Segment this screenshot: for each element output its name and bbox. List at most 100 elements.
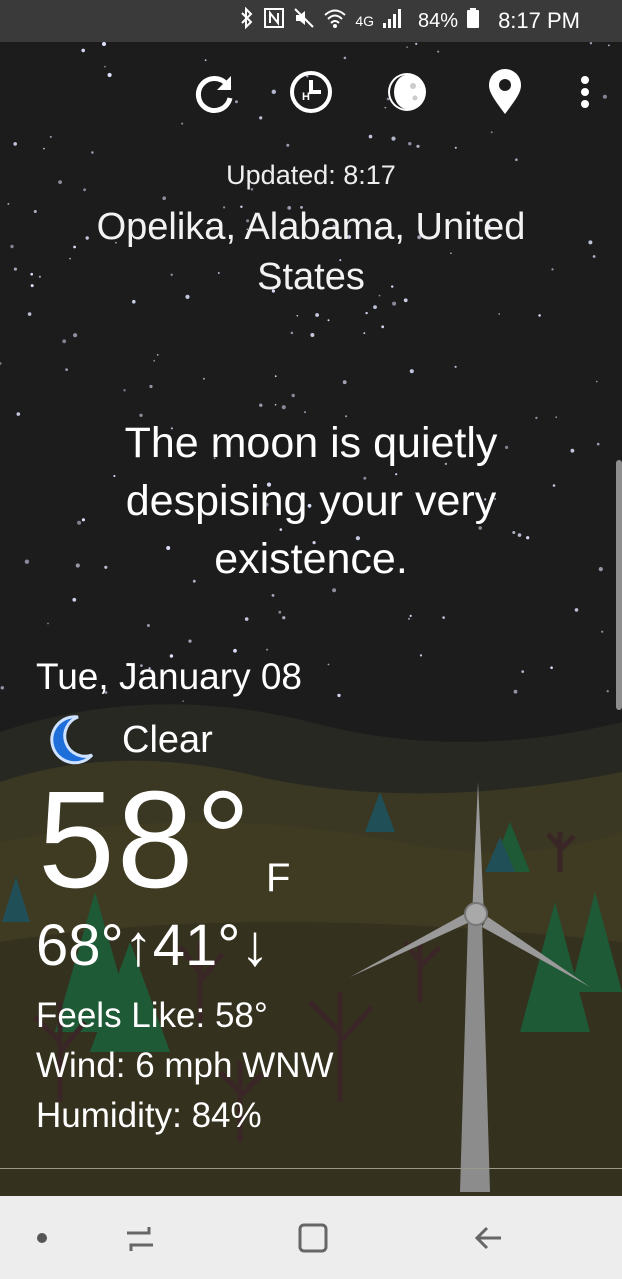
wind: Wind: 6 mph WNW xyxy=(36,1046,334,1085)
star xyxy=(310,333,315,337)
star xyxy=(281,405,286,410)
recents-button[interactable] xyxy=(112,1210,168,1266)
star xyxy=(259,403,263,407)
battery-icon xyxy=(466,7,480,35)
refresh-button[interactable] xyxy=(190,62,240,122)
star xyxy=(332,588,337,593)
hourly-button[interactable]: H xyxy=(286,62,336,122)
status-icons: 4G 84% 8:17 PM xyxy=(239,6,580,35)
star xyxy=(454,365,457,368)
star xyxy=(73,333,78,338)
star xyxy=(13,142,17,146)
star xyxy=(286,143,290,147)
star xyxy=(156,354,159,356)
star xyxy=(596,380,598,383)
bluetooth-icon xyxy=(239,6,255,35)
star xyxy=(409,614,412,618)
hourly-icon: H xyxy=(290,71,332,113)
star xyxy=(27,312,32,316)
star xyxy=(437,50,440,53)
star xyxy=(598,567,603,572)
star xyxy=(570,448,575,453)
back-button[interactable] xyxy=(460,1210,516,1266)
star xyxy=(596,442,600,446)
star xyxy=(392,301,397,306)
location-name[interactable]: Opelika, Alabama, United States xyxy=(60,202,562,302)
star xyxy=(291,393,295,398)
star xyxy=(0,686,4,690)
star xyxy=(266,648,269,651)
star xyxy=(343,56,347,60)
star xyxy=(408,142,412,146)
updated-time: Updated: 8:17 xyxy=(226,160,396,190)
star xyxy=(24,559,30,564)
star xyxy=(91,151,94,154)
star xyxy=(601,630,604,633)
star xyxy=(304,411,306,414)
star xyxy=(442,616,445,619)
nav-dot-button[interactable] xyxy=(14,1210,70,1266)
star xyxy=(337,693,341,698)
more-options-icon xyxy=(581,76,589,108)
star xyxy=(271,594,275,597)
star xyxy=(315,313,319,317)
feels-like: Feels Like: 58° xyxy=(36,996,268,1035)
forecast-date: Tue, January 08 xyxy=(36,656,303,697)
star xyxy=(65,368,68,371)
location-button[interactable] xyxy=(480,62,530,122)
condition-row: Clear xyxy=(44,712,213,768)
star xyxy=(38,275,42,278)
star xyxy=(49,135,52,138)
star xyxy=(13,267,17,271)
star xyxy=(555,416,558,419)
dot-icon xyxy=(37,1233,47,1243)
star xyxy=(274,375,277,378)
star xyxy=(419,654,423,657)
star xyxy=(608,44,610,47)
navigation-bar xyxy=(0,1196,622,1279)
star xyxy=(282,616,286,620)
star xyxy=(490,131,493,134)
star xyxy=(373,305,377,309)
star xyxy=(203,377,205,380)
current-temperature: 58° xyxy=(38,763,253,917)
scrollbar[interactable] xyxy=(616,460,622,710)
star xyxy=(149,384,153,389)
star xyxy=(102,42,106,46)
star xyxy=(7,202,10,205)
temperature-unit[interactable]: F xyxy=(266,856,290,901)
star xyxy=(10,244,14,249)
star xyxy=(589,42,593,45)
star xyxy=(146,624,150,627)
divider xyxy=(0,1168,622,1169)
star xyxy=(454,146,457,149)
star xyxy=(278,610,282,614)
star xyxy=(550,666,553,669)
star xyxy=(521,670,525,673)
star xyxy=(406,46,408,48)
star xyxy=(327,319,330,322)
home-button[interactable] xyxy=(285,1210,341,1266)
refresh-icon xyxy=(195,76,233,113)
star xyxy=(30,284,34,288)
humidity: Humidity: 84% xyxy=(36,1096,262,1135)
star xyxy=(47,622,49,625)
star xyxy=(365,311,368,315)
mute-icon xyxy=(293,7,315,35)
star xyxy=(552,484,556,487)
star xyxy=(498,313,501,315)
star xyxy=(538,314,541,317)
moon-phase-button[interactable] xyxy=(382,62,432,122)
star xyxy=(81,48,85,53)
star xyxy=(391,136,396,141)
star xyxy=(181,122,184,125)
wifi-icon xyxy=(323,7,347,35)
star xyxy=(233,648,237,653)
more-options-button[interactable] xyxy=(560,62,610,122)
star xyxy=(327,663,330,666)
svg-text:H: H xyxy=(302,91,310,103)
status-bar: 4G 84% 8:17 PM xyxy=(0,0,622,42)
star xyxy=(16,412,21,416)
star xyxy=(153,359,156,362)
star xyxy=(182,700,184,702)
